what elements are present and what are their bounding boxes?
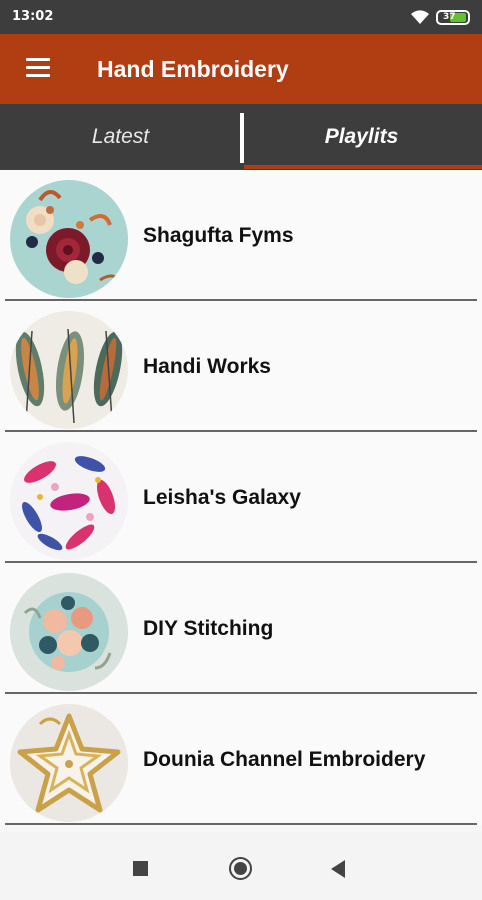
app-title: Hand Embroidery <box>97 56 289 82</box>
playlist-item[interactable]: DIY Stitching <box>0 563 482 694</box>
tab-latest[interactable]: Latest <box>0 104 241 170</box>
playlist-title: Dounia Channel Embroidery <box>143 747 426 771</box>
app-bar: Hand Embroidery <box>0 34 482 104</box>
feathers-embroidery-image <box>10 311 128 429</box>
tab-playlists[interactable]: Playlits <box>241 104 482 170</box>
back-triangle-icon[interactable] <box>331 860 345 878</box>
playlist-title: Leisha's Galaxy <box>143 485 301 509</box>
roses-hoop-embroidery-image <box>10 573 128 691</box>
wifi-icon <box>411 10 429 24</box>
playlist-list: Shagufta Fyms Handi Works Leisha's Galax… <box>0 170 482 825</box>
flowers-embroidery-image <box>10 180 128 298</box>
playlist-title: DIY Stitching <box>143 616 274 640</box>
battery-icon: 37 <box>436 10 470 25</box>
playlist-item[interactable]: Shagufta Fyms <box>0 170 482 301</box>
leaves-hoop-embroidery-image <box>10 442 128 560</box>
home-circle-icon[interactable] <box>229 857 252 880</box>
status-bar: 13:02 37 <box>0 0 482 34</box>
beaded-star-embroidery-image <box>10 704 128 822</box>
status-time: 13:02 <box>12 9 54 24</box>
playlist-title: Handi Works <box>143 354 271 378</box>
recents-square-icon[interactable] <box>133 861 148 876</box>
battery-level: 37 <box>443 12 456 22</box>
hamburger-menu-icon[interactable] <box>26 58 50 78</box>
playlist-title: Shagufta Fyms <box>143 223 294 247</box>
tab-bar: Latest Playlits <box>0 104 482 170</box>
divider <box>5 823 477 825</box>
playlist-item[interactable]: Handi Works <box>0 301 482 432</box>
tab-selected-indicator <box>244 165 482 169</box>
system-navigation-bar <box>0 832 482 900</box>
playlist-item[interactable]: Leisha's Galaxy <box>0 432 482 563</box>
playlist-item[interactable]: Dounia Channel Embroidery <box>0 694 482 825</box>
